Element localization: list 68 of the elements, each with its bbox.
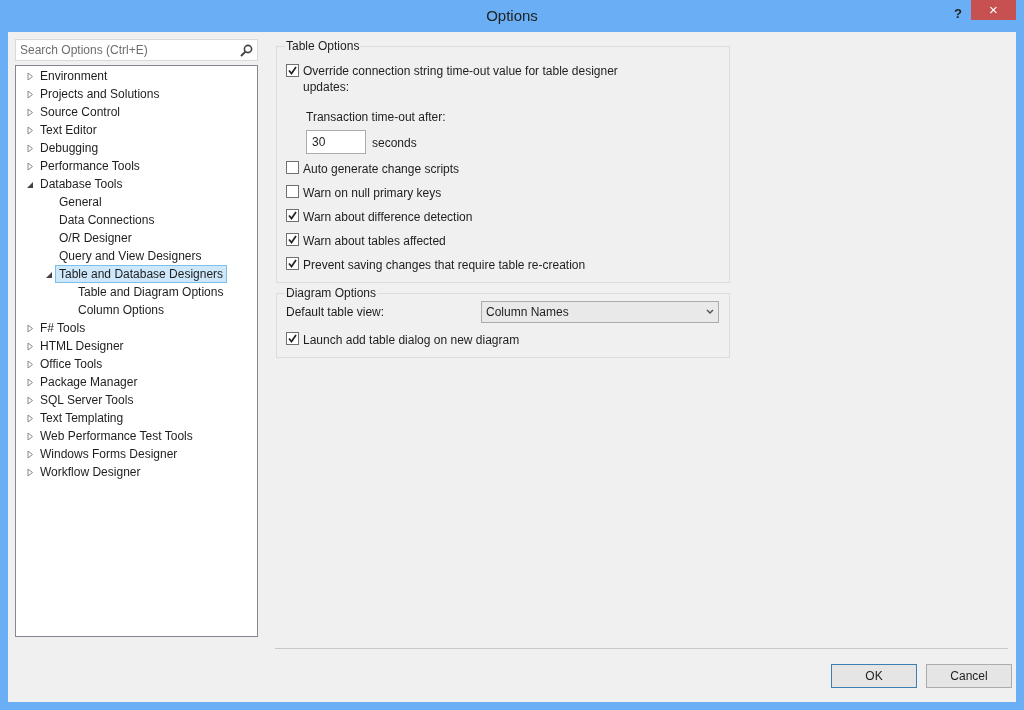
collapsed-arrow-icon[interactable] [26, 413, 34, 423]
default-view-label: Default table view: [286, 304, 386, 321]
tree-item[interactable]: Windows Forms Designer [40, 445, 178, 463]
timeout-label: Transaction time-out after: [306, 109, 447, 126]
group-title: Diagram Options [285, 286, 378, 300]
search-field[interactable]: Search Options (Ctrl+E) [15, 39, 258, 61]
collapsed-arrow-icon[interactable] [26, 323, 34, 333]
tree-item[interactable]: HTML Designer [40, 337, 124, 355]
collapsed-arrow-icon[interactable] [26, 71, 34, 81]
table-view-dropdown[interactable]: Column Names [481, 301, 719, 323]
tree-item[interactable]: Text Editor [40, 121, 97, 139]
tree-item[interactable]: Package Manager [40, 373, 138, 391]
checkbox-label[interactable]: Launch add table dialog on new diagram [303, 331, 520, 349]
tree-item[interactable]: Column Options [78, 301, 165, 319]
collapsed-arrow-icon[interactable] [26, 467, 34, 477]
search-icon [240, 43, 253, 57]
tree-item[interactable]: Projects and Solutions [40, 85, 160, 103]
help-button[interactable]: ? [954, 4, 962, 24]
collapsed-arrow-icon[interactable] [26, 341, 34, 351]
tree-item[interactable]: Table and Diagram Options [78, 283, 224, 301]
tree-item[interactable]: Performance Tools [40, 157, 140, 175]
checkbox-label[interactable]: Prevent saving changes that require table re-creation [303, 256, 586, 274]
tree-item[interactable]: Office Tools [40, 355, 103, 373]
checkbox-label[interactable]: Warn on null primary keys [303, 184, 442, 202]
group-title: Table Options [285, 39, 361, 53]
checkbox[interactable] [286, 233, 299, 246]
collapsed-arrow-icon[interactable] [26, 449, 34, 459]
tree-item[interactable]: Data Connections [59, 211, 155, 229]
collapsed-arrow-icon[interactable] [26, 107, 34, 117]
checkbox[interactable] [286, 257, 299, 270]
checkbox-label[interactable]: Auto generate change scripts [303, 160, 460, 178]
tree-item[interactable]: Query and View Designers [59, 247, 202, 265]
checkbox-label[interactable]: Warn about difference detection [303, 208, 473, 226]
ok-button[interactable]: OK [831, 664, 917, 688]
collapsed-arrow-icon[interactable] [26, 395, 34, 405]
tree-item[interactable]: O/R Designer [59, 229, 132, 247]
collapsed-arrow-icon[interactable] [26, 125, 34, 135]
tree-item[interactable]: General [59, 193, 102, 211]
checkbox[interactable] [286, 332, 299, 345]
tree-item[interactable]: Web Performance Test Tools [40, 427, 193, 445]
checkbox[interactable] [286, 185, 299, 198]
collapsed-arrow-icon[interactable] [26, 89, 34, 99]
tree-item[interactable]: Workflow Designer [40, 463, 141, 481]
cancel-button[interactable]: Cancel [926, 664, 1012, 688]
checkbox[interactable] [286, 209, 299, 222]
tree-item[interactable]: Text Templating [40, 409, 124, 427]
collapsed-arrow-icon[interactable] [26, 143, 34, 153]
checkbox-label[interactable]: Override connection string time-out value for table designer updates: [303, 63, 633, 95]
search-input[interactable]: Search Options (Ctrl+E) [20, 41, 240, 59]
tree-item[interactable]: Source Control [40, 103, 121, 121]
tree-item[interactable]: SQL Server Tools [40, 391, 134, 409]
tree-item[interactable]: Debugging [40, 139, 99, 157]
chevron-down-icon [706, 309, 714, 315]
collapsed-arrow-icon[interactable] [26, 377, 34, 387]
tree-item[interactable]: Environment [40, 67, 108, 85]
tree-item[interactable]: Database Tools [40, 175, 123, 193]
checkbox[interactable] [286, 64, 299, 77]
seconds-label: seconds [372, 135, 417, 152]
checkbox-label[interactable]: Warn about tables affected [303, 232, 446, 250]
collapsed-arrow-icon[interactable] [26, 431, 34, 441]
collapsed-arrow-icon[interactable] [26, 161, 34, 171]
tree-item[interactable]: F# Tools [40, 319, 86, 337]
window-title: Options [486, 5, 538, 26]
checkbox[interactable] [286, 161, 299, 174]
close-button[interactable]: × [971, 0, 1016, 20]
timeout-field[interactable]: 30 [306, 130, 366, 154]
tree-item[interactable]: Table and Database Designers [55, 265, 228, 283]
collapsed-arrow-icon[interactable] [26, 359, 34, 369]
